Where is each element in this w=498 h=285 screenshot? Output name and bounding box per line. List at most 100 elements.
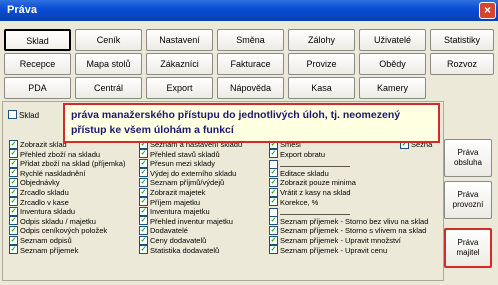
permission-checkbox[interactable]: ✓ Seznam příjemek - Upravit cenu [269,245,387,256]
tab-napoveda[interactable]: Nápověda [217,77,284,99]
checkbox-box[interactable]: ✓ [139,149,148,159]
tab-central[interactable]: Centrál [75,77,142,99]
tab-recepce[interactable]: Recepce [4,53,71,75]
checkbox-box[interactable]: ✓ [9,235,18,245]
checkbox-box[interactable]: ✓ [269,149,278,159]
checkbox-box[interactable]: ✓ [269,235,278,245]
checkbox-box[interactable]: ✓ [9,225,18,235]
permission-checkbox[interactable]: ✓ Přidat zboží na sklad (příjemka) [9,158,125,169]
tab-rozvoz[interactable]: Rozvoz [430,53,494,75]
checkbox-box[interactable]: ✓ [9,216,18,226]
tab-provize[interactable]: Provize [288,53,355,75]
checkbox-box[interactable]: ✓ [139,197,148,207]
checkbox-box[interactable]: ✓ [9,187,18,197]
tab-statistiky[interactable]: Statistiky [430,29,494,51]
checkbox-box[interactable]: ✓ [9,177,18,187]
checkbox-box[interactable]: ✓ [269,216,278,226]
permission-label: Inventura majetku [150,207,210,217]
rights-operational-button[interactable]: Práva provozní [444,181,492,219]
permission-label: Rychlé naskladnění [20,168,86,178]
permission-checkbox[interactable]: ✓ Seznam příjemek - Upravit množství [269,235,401,246]
checkbox-box[interactable]: ✓ [9,245,18,255]
permission-checkbox[interactable]: ✓ Seznam příjmů/výdejů [139,177,224,188]
tab-pda[interactable]: PDA [4,77,71,99]
permission-checkbox[interactable]: ✓ Vrátit z kasy na sklad [269,187,351,198]
check-icon: ✓ [270,246,277,254]
permission-checkbox[interactable]: ✓ Statistika dodavatelů [139,245,219,256]
checkbox-box[interactable]: ✓ [269,177,278,187]
title-bar: Práva × [0,0,498,21]
permission-checkbox[interactable]: ✓ Rychlé naskladnění [9,168,86,179]
permission-checkbox[interactable]: ✓ Výdej do externího skladu [139,168,236,179]
checkbox-box[interactable]: ✓ [139,177,148,187]
tab-cenik[interactable]: Ceník [75,29,142,51]
tab-nastaveni[interactable]: Nastavení [146,29,213,51]
checkbox-box[interactable]: ✓ [9,206,18,216]
permission-checkbox[interactable]: ✓ Inventura majetku [139,206,210,217]
tooltip: práva manažerského přístupu do jednotliv… [63,103,440,143]
rights-staff-button[interactable]: Práva obsluha [444,139,492,177]
checkbox-box[interactable]: ✓ [139,245,148,255]
close-button[interactable]: × [479,2,496,19]
checkbox-box[interactable]: ✓ [269,187,278,197]
permission-checkbox[interactable]: ✓ Seznam příjemek [9,245,78,256]
check-icon: ✓ [140,246,147,254]
checkbox-box[interactable]: ✓ [9,158,18,168]
permission-checkbox[interactable]: ✓ Odpis ceníkových položek [9,225,107,236]
tab-kamery[interactable]: Kamery [359,77,426,99]
permission-checkbox[interactable]: ✓ Seznam příjemek - Storno bez vlivu na s… [269,216,428,227]
checkbox-box[interactable]: ✓ [139,225,148,235]
checkbox-box[interactable]: ✓ [9,149,18,159]
checkbox-box[interactable]: ✓ [139,187,148,197]
check-icon: ✓ [140,188,147,196]
permission-checkbox[interactable] [269,207,350,217]
permission-label: Odpis skladu / majetku [20,216,96,226]
permission-checkbox[interactable]: ✓ Přehled stavů skladů [139,149,220,160]
permission-checkbox[interactable]: ✓ Příjem majetku [139,197,200,208]
permission-checkbox[interactable]: ✓ Odpis skladu / majetku [9,216,96,227]
checkbox-box[interactable]: ✓ [139,216,148,226]
permission-label: Dodavatelé [150,226,188,236]
check-icon: ✓ [270,198,277,206]
permission-checkbox[interactable]: ✓ Přehled zboží na skladu [9,149,100,160]
tab-uzivatele[interactable]: Uživatelé [359,29,426,51]
checkbox-box[interactable]: ✓ [269,245,278,255]
checkbox-box[interactable]: ✓ [9,197,18,207]
permission-checkbox[interactable]: ✓ Seznam příjemek - Storno s vlivem na sk… [269,225,427,236]
tab-zalohy[interactable]: Zálohy [288,29,355,51]
checkbox-box[interactable]: ✓ [269,225,278,235]
tab-zakaznici[interactable]: Zákazníci [146,53,213,75]
permission-label: Seznam příjemek - Storno s vlivem na skl… [280,226,427,236]
permission-checkbox[interactable]: ✓ Export obratu [269,149,325,160]
checkbox-box[interactable]: ✓ [139,158,148,168]
permission-checkbox[interactable]: ✓ Zobrazit pouze minima [269,177,356,188]
sklad-checkbox[interactable]: Sklad [8,110,39,121]
permission-checkbox[interactable]: ✓ Korekce, % [269,197,318,208]
tab-sklad[interactable]: Sklad [4,29,71,51]
permission-checkbox[interactable] [269,159,350,169]
tab-mapa-stolu[interactable]: Mapa stolů [75,53,142,75]
permission-checkbox[interactable]: ✓ Přehled inventur majetku [139,216,233,227]
tab-fakturace[interactable]: Fakturace [217,53,284,75]
check-icon: ✓ [140,178,147,186]
permission-label: Objednávky [20,178,60,188]
tab-kasa[interactable]: Kasa [288,77,355,99]
checkbox-box[interactable]: ✓ [139,206,148,216]
tab-export[interactable]: Export [146,77,213,99]
button-line: provozní [452,200,484,209]
permission-checkbox[interactable]: ✓ Ceny dodavatelů [139,235,206,246]
checkbox-box[interactable]: ✓ [139,168,148,178]
checkbox-box[interactable]: ✓ [269,197,278,207]
checkbox-box[interactable] [8,110,17,120]
permission-checkbox[interactable]: ✓ Seznam odpisů [9,235,72,246]
rights-owner-button[interactable]: Práva majitel [444,228,492,268]
checkbox-box[interactable]: ✓ [269,168,278,178]
checkbox-box[interactable]: ✓ [9,139,18,149]
tab-obedy[interactable]: Obědy [359,53,426,75]
permission-checkbox[interactable]: ✓ Přesun mezi sklady [139,158,215,169]
permission-checkbox[interactable]: ✓ Inventura skladu [9,206,75,217]
checkbox-box[interactable]: ✓ [9,168,18,178]
permission-checkbox[interactable]: ✓ Zobrazit majetek [139,187,205,198]
checkbox-box[interactable]: ✓ [139,235,148,245]
tab-smena[interactable]: Směna [217,29,284,51]
